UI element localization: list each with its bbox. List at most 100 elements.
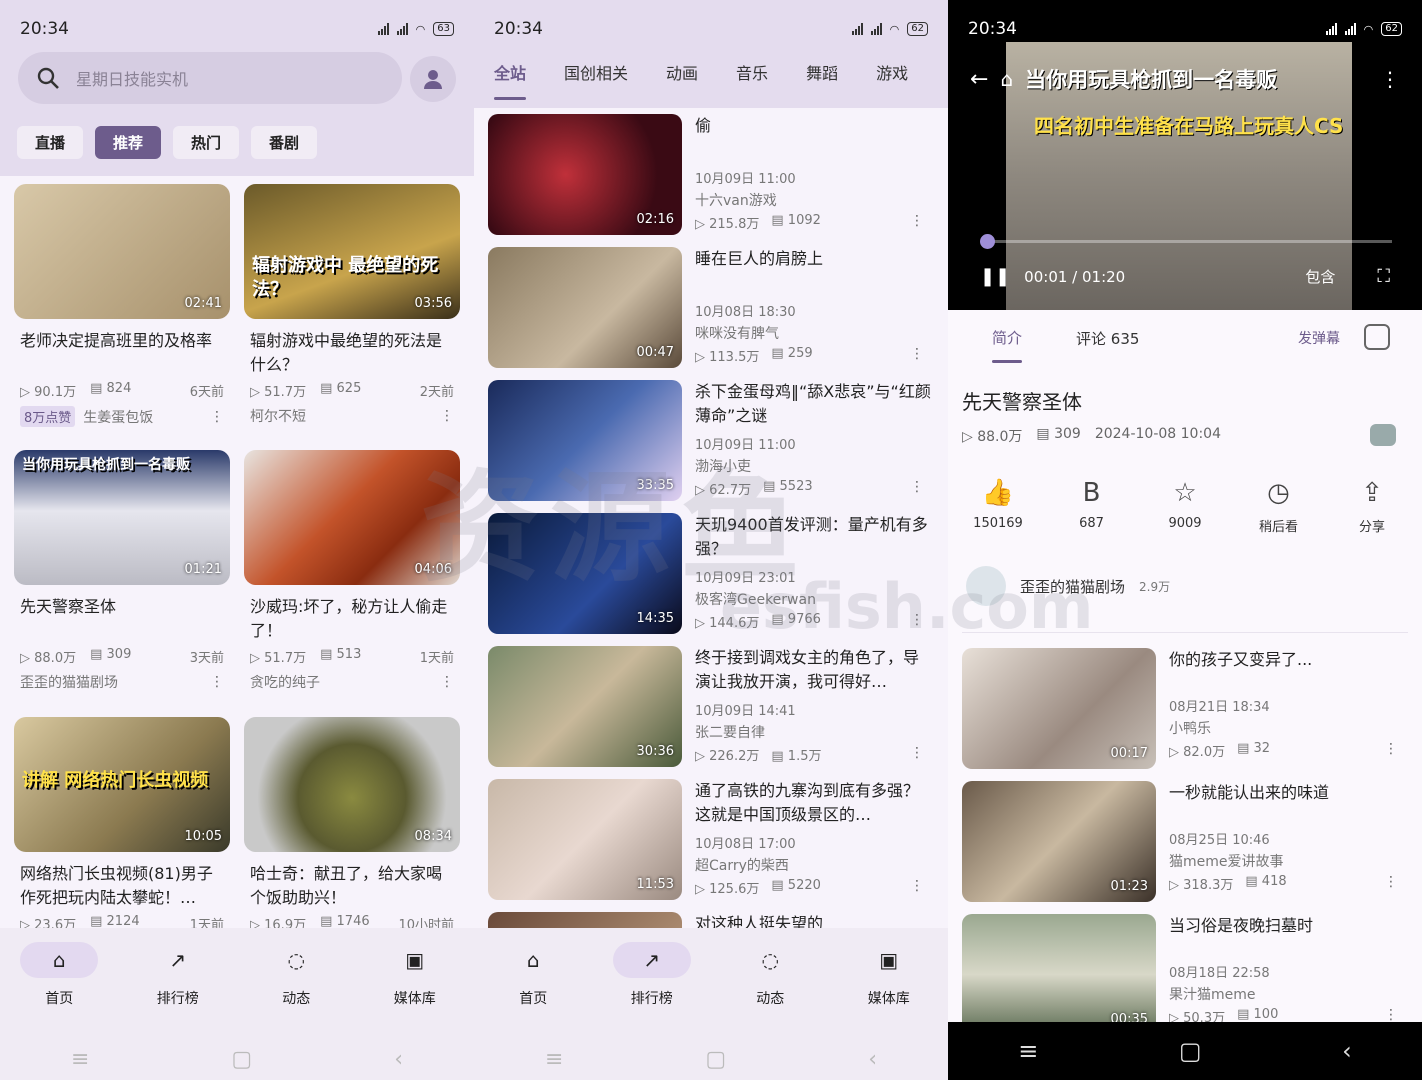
- menu-icon[interactable]: ≡: [545, 1047, 563, 1072]
- video-title[interactable]: 你的孩子又变异了...: [1169, 648, 1408, 696]
- menu-icon[interactable]: ≡: [1018, 1037, 1038, 1065]
- progress-bar[interactable]: [979, 234, 1392, 249]
- nav-dynamic[interactable]: ◌ 动态: [246, 942, 346, 1038]
- more-icon[interactable]: ⋮: [210, 409, 224, 425]
- video-title[interactable]: 通了高铁的九寨沟到底有多强？这就是中国顶级景区的…: [695, 779, 934, 827]
- video-thumbnail[interactable]: 00:35: [962, 914, 1156, 1035]
- nav-dynamic[interactable]: ◌ 动态: [720, 942, 820, 1038]
- home-square-icon[interactable]: ▢: [1179, 1037, 1202, 1065]
- video-card[interactable]: 辐射游戏中 最绝望的死法？ 03:56 辐射游戏中最绝望的死法是什么？ ▷ 51…: [244, 184, 460, 426]
- author-name[interactable]: 果汁猫meme: [1169, 984, 1408, 1004]
- ranking-row[interactable]: 02:16 偷 10月09日 11:00 十六van游戏 ▷ 215.8万 ▤ 1…: [488, 114, 934, 236]
- related-video[interactable]: 00:17 你的孩子又变异了... 08月21日 18:34 小鸭乐 ▷ 82.…: [962, 648, 1408, 770]
- back-arrow-icon[interactable]: ←: [970, 67, 988, 92]
- tab-all[interactable]: 全站: [494, 60, 527, 100]
- ai-summary-icon[interactable]: [1370, 424, 1396, 446]
- home-square-icon[interactable]: ▢: [231, 1047, 252, 1072]
- chip-recommend[interactable]: 推荐: [95, 126, 162, 159]
- user-avatar-button[interactable]: [410, 56, 456, 102]
- related-video[interactable]: 01:23 一秒就能认出来的味道 08月25日 10:46 猫meme爱讲故事 …: [962, 781, 1408, 903]
- more-icon[interactable]: ⋮: [910, 479, 924, 498]
- video-title[interactable]: 终于接到调戏女主的角色了，导演让我放开演，我可得好…: [695, 646, 934, 694]
- chip-hot[interactable]: 热门: [173, 126, 240, 159]
- nav-library[interactable]: ▣ 媒体库: [365, 942, 465, 1038]
- video-thumbnail[interactable]: 讲解 网络热门长虫视频 10:05: [14, 717, 230, 852]
- tab-anime[interactable]: 动画: [666, 60, 698, 100]
- more-icon[interactable]: ⋮: [910, 213, 924, 232]
- video-card[interactable]: 讲解 网络热门长虫视频 10:05 网络热门长虫视频(81)男子作死把玩内陆太攀…: [14, 717, 230, 933]
- video-thumbnail[interactable]: 11:53: [488, 779, 682, 900]
- nav-ranking[interactable]: ↗ 排行榜: [128, 942, 228, 1038]
- more-icon[interactable]: ⋮: [910, 612, 924, 631]
- nav-ranking[interactable]: ↗ 排行榜: [602, 942, 702, 1038]
- more-icon[interactable]: ⋮: [1380, 67, 1400, 91]
- search-bar[interactable]: 星期日技能实机: [18, 52, 402, 104]
- menu-icon[interactable]: ≡: [71, 1047, 89, 1072]
- tab-dance[interactable]: 舞蹈: [806, 60, 838, 100]
- uploader-row[interactable]: 歪歪的猫猫剧场 2.9万: [966, 566, 1170, 606]
- author-name[interactable]: 生姜蛋包饭: [83, 407, 153, 427]
- video-thumbnail[interactable]: 30:36: [488, 646, 682, 767]
- aspect-contain-button[interactable]: 包含: [1305, 266, 1335, 287]
- author-name[interactable]: 超Carry的柴西: [695, 855, 934, 875]
- more-icon[interactable]: ⋮: [910, 346, 924, 365]
- video-thumbnail[interactable]: 02:16: [488, 114, 682, 235]
- tab-music[interactable]: 音乐: [736, 60, 768, 100]
- more-icon[interactable]: ⋮: [210, 674, 224, 690]
- pause-icon[interactable]: ❚❚: [980, 266, 1010, 287]
- author-name[interactable]: 极客湾Geekerwan: [695, 589, 934, 609]
- author-name[interactable]: 小鸭乐: [1169, 718, 1408, 738]
- fullscreen-icon[interactable]: ⛶: [1377, 266, 1390, 287]
- send-danmaku-button[interactable]: 发弹幕: [1298, 328, 1340, 348]
- video-thumbnail[interactable]: 00:17: [962, 648, 1156, 769]
- progress-knob[interactable]: [979, 234, 995, 249]
- video-thumbnail[interactable]: 08:34: [244, 717, 460, 852]
- video-title[interactable]: 老师决定提高班里的及格率: [20, 329, 224, 377]
- more-icon[interactable]: ⋮: [910, 878, 924, 897]
- video-title[interactable]: 沙威玛:坏了，秘方让人偷走了！: [250, 595, 454, 643]
- more-icon[interactable]: ⋮: [440, 408, 454, 424]
- watch-later-button[interactable]: ◷ 稍后看: [1243, 478, 1315, 535]
- author-name[interactable]: 十六van游戏: [695, 190, 934, 210]
- more-icon[interactable]: ⋮: [1384, 741, 1398, 760]
- author-name[interactable]: 渤海小吏: [695, 456, 934, 476]
- video-title[interactable]: 杀下金蛋母鸡‖“舔X悲哀”与“红颜薄命”之谜: [695, 380, 934, 428]
- chip-bangumi[interactable]: 番剧: [251, 126, 318, 159]
- danmaku-toggle-icon[interactable]: [1364, 324, 1390, 350]
- tab-intro[interactable]: 简介: [992, 311, 1023, 365]
- like-button[interactable]: 👍 150169: [962, 478, 1034, 535]
- author-name[interactable]: 咪咪没有脾气: [695, 323, 934, 343]
- video-title[interactable]: 偷: [695, 114, 934, 162]
- share-button[interactable]: ⇪ 分享: [1336, 478, 1408, 535]
- video-thumbnail[interactable]: 02:41: [14, 184, 230, 319]
- home-square-icon[interactable]: ▢: [705, 1047, 726, 1072]
- more-icon[interactable]: ⋮: [910, 745, 924, 764]
- video-thumbnail[interactable]: 33:35: [488, 380, 682, 501]
- video-title[interactable]: 网络热门长虫视频(81)男子作死把玩内陆太攀蛇！…: [20, 862, 224, 910]
- video-player[interactable]: 20:34 ◠ 62 ← ⌂ 当你用玩具枪抓到一名毒贩 ⋮ 四名初中生准备在马路…: [948, 0, 1422, 310]
- video-thumbnail[interactable]: 00:47: [488, 247, 682, 368]
- author-name[interactable]: 歪歪的猫猫剧场: [20, 672, 118, 692]
- back-icon[interactable]: ‹: [1342, 1037, 1352, 1065]
- home-icon[interactable]: ⌂: [1000, 67, 1013, 91]
- author-name[interactable]: 贪吃的纯子: [250, 672, 320, 692]
- video-card[interactable]: 02:41 老师决定提高班里的及格率 ▷ 90.1万 ▤ 824 6天前 8万点…: [14, 184, 230, 427]
- author-name[interactable]: 猫meme爱讲故事: [1169, 851, 1408, 871]
- video-card[interactable]: 04:06 沙威玛:坏了，秘方让人偷走了！ ▷ 51.7万 ▤ 513 1天前 …: [244, 450, 460, 692]
- video-card[interactable]: 08:34 哈士奇：献丑了，给大家喝个饭助助兴！ ▷ 16.9万 ▤ 1746 …: [244, 717, 460, 933]
- chip-live[interactable]: 直播: [17, 126, 84, 159]
- author-name[interactable]: 柯尔不短: [250, 406, 306, 426]
- video-title[interactable]: 当习俗是夜晚扫墓时: [1169, 914, 1408, 962]
- video-title[interactable]: 辐射游戏中最绝望的死法是什么？: [250, 329, 454, 377]
- ranking-row[interactable]: 00:47 睡在巨人的肩膀上 10月08日 18:30 咪咪没有脾气 ▷ 113…: [488, 247, 934, 369]
- coin-button[interactable]: B 687: [1056, 478, 1128, 535]
- author-name[interactable]: 张二要自律: [695, 722, 934, 742]
- related-video[interactable]: 00:35 当习俗是夜晚扫墓时 08月18日 22:58 果汁猫meme ▷ 5…: [962, 914, 1408, 1036]
- favorite-button[interactable]: ☆ 9009: [1149, 478, 1221, 535]
- ranking-row[interactable]: 30:36 终于接到调戏女主的角色了，导演让我放开演，我可得好… 10月09日 …: [488, 646, 934, 768]
- back-icon[interactable]: ‹: [868, 1047, 877, 1072]
- video-title[interactable]: 先天警察圣体: [20, 595, 224, 643]
- nav-library[interactable]: ▣ 媒体库: [839, 942, 939, 1038]
- uploader-name[interactable]: 歪歪的猫猫剧场: [1020, 576, 1125, 597]
- tab-comments[interactable]: 评论 635: [1076, 328, 1139, 349]
